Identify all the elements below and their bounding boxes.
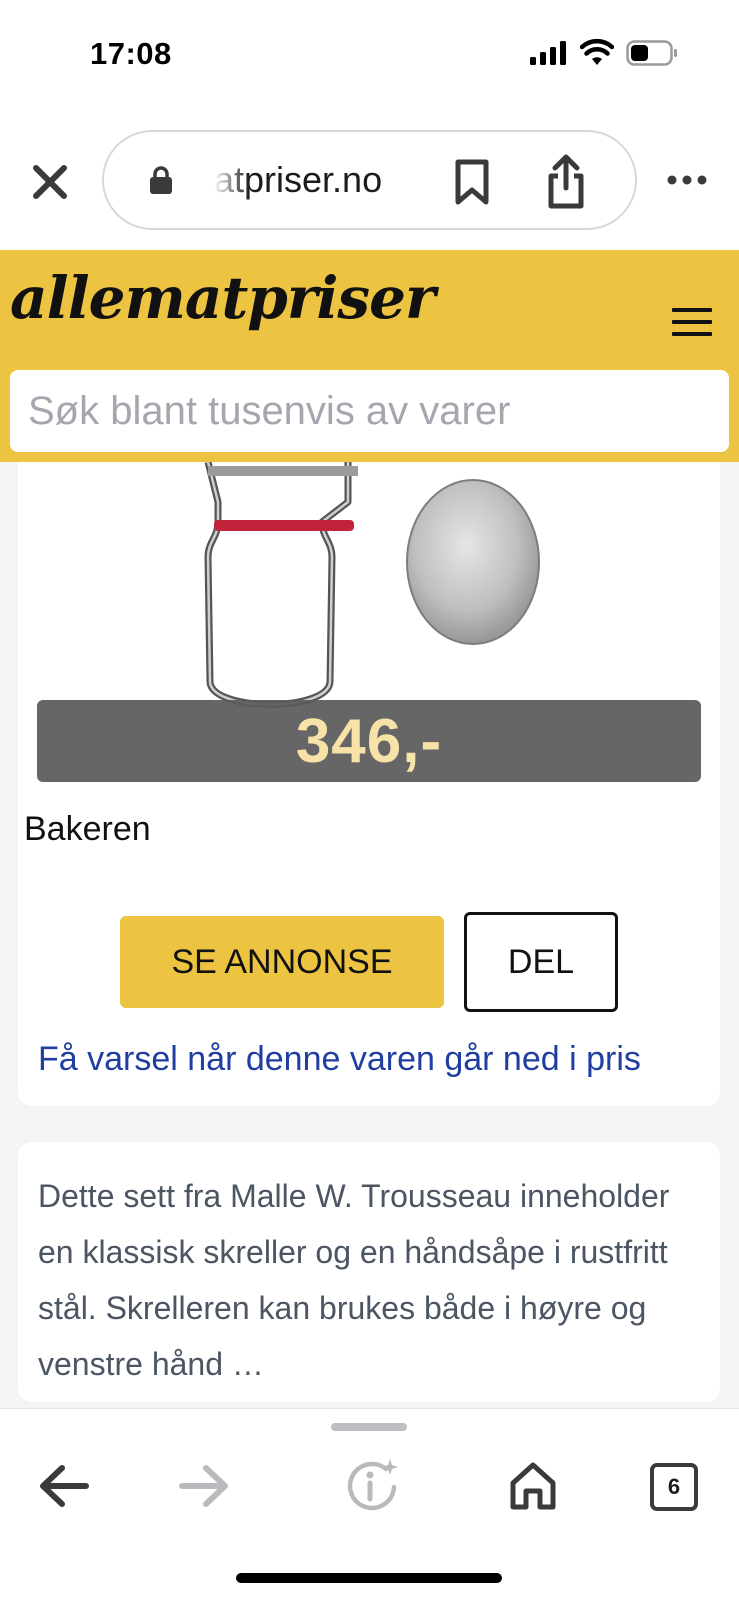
share-icon[interactable] (546, 154, 586, 210)
browser-address-bar: atpriser.no (0, 110, 739, 250)
price-alert-link[interactable]: Få varsel når denne varen går ned i pris (38, 1040, 641, 1079)
product-image (204, 462, 540, 708)
home-indicator (236, 1573, 502, 1583)
info-sparkle-icon[interactable] (344, 1457, 400, 1513)
price: 346,- (295, 706, 443, 776)
share-button[interactable]: DEL (464, 912, 618, 1012)
menu-icon[interactable] (672, 308, 712, 336)
bookmark-icon[interactable] (454, 158, 490, 206)
forward-arrow-icon[interactable] (178, 1464, 230, 1508)
home-icon[interactable] (508, 1461, 558, 1511)
site-logo[interactable]: allematpriser (10, 264, 436, 332)
lock-icon (150, 166, 172, 194)
product-card: 346,- Bakeren SE ANNONSE DEL Få varsel n… (18, 440, 720, 1106)
search-input[interactable] (28, 388, 711, 434)
tabs-icon[interactable]: 6 (650, 1463, 698, 1511)
see-ad-button[interactable]: SE ANNONSE (120, 916, 444, 1008)
close-icon[interactable] (30, 162, 70, 202)
status-time: 17:08 (90, 36, 172, 71)
price-banner: 346,- (37, 700, 701, 782)
browser-toolbar: 6 (0, 1408, 739, 1600)
product-description: Dette sett fra Malle W. Trousseau inneho… (38, 1178, 670, 1382)
tab-count: 6 (667, 1474, 681, 1499)
description-card: Dette sett fra Malle W. Trousseau inneho… (18, 1142, 720, 1402)
url-text[interactable]: atpriser.no (214, 159, 429, 201)
store-name: Bakeren (24, 810, 151, 848)
back-arrow-icon[interactable] (38, 1464, 90, 1508)
url-field[interactable]: atpriser.no (102, 130, 637, 230)
search-box[interactable] (10, 370, 729, 452)
status-bar: 17:08 (0, 0, 739, 110)
toolbar-grabber[interactable] (331, 1423, 407, 1431)
wifi-icon (580, 38, 614, 65)
more-icon[interactable] (667, 174, 707, 186)
site-header: allematpriser (0, 250, 739, 462)
cellular-signal-icon (530, 41, 566, 65)
battery-icon (626, 40, 677, 66)
